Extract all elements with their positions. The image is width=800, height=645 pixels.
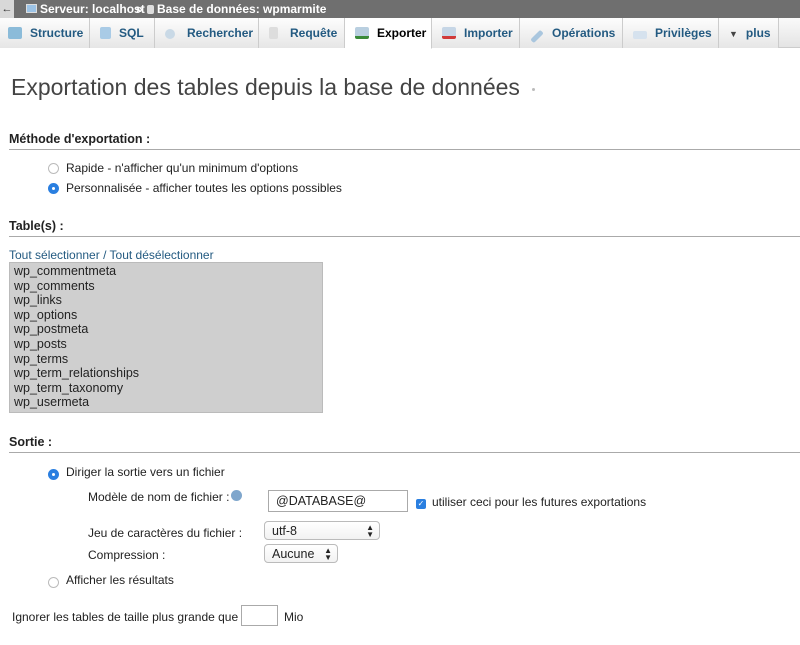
tab-label: Requête — [290, 26, 338, 40]
remember-label[interactable]: utiliser ceci pour les futures exportati… — [432, 495, 646, 509]
tables-heading: Table(s) : — [9, 219, 800, 237]
table-option[interactable]: wp_options — [14, 308, 318, 323]
tab-export[interactable]: Exporter — [345, 18, 432, 49]
help-dot-icon — [532, 88, 535, 91]
compression-label: Compression : — [88, 548, 166, 562]
table-option[interactable]: wp_term_relationships — [14, 366, 318, 381]
custom-label[interactable]: Personnalisée - afficher toutes les opti… — [66, 181, 342, 195]
search-icon — [165, 29, 175, 39]
output-file-label[interactable]: Diriger la sortie vers un fichier — [66, 465, 225, 479]
table-option[interactable]: wp_comments — [14, 279, 318, 294]
page-title: Exportation des tables depuis la base de… — [11, 74, 520, 100]
table-option[interactable]: wp_usermeta — [14, 395, 318, 410]
skip-tables-label: Ignorer les tables de taille plus grande… — [12, 610, 239, 624]
tab-structure[interactable]: Structure — [0, 18, 90, 48]
breadcrumb-server[interactable]: Serveur: localhost — [40, 0, 145, 18]
charset-select[interactable]: utf-8 ▲ ▼ — [264, 521, 380, 540]
privileges-icon — [633, 31, 647, 39]
updown-arrows-icon: ▲ ▼ — [324, 546, 332, 562]
skip-unit-label: Mio — [284, 610, 304, 624]
remember-checkbox[interactable]: ✓ — [416, 499, 426, 509]
compression-value: Aucune — [272, 547, 315, 561]
tab-privileges[interactable]: Privilèges — [623, 18, 719, 48]
table-option[interactable]: wp_links — [14, 293, 318, 308]
charset-label: Jeu de caractères du fichier : — [88, 526, 243, 540]
charset-value: utf-8 — [272, 524, 298, 538]
radio-show-results[interactable] — [48, 577, 59, 588]
select-all-links: Tout sélectionner / Tout désélectionner — [9, 248, 214, 262]
tab-search[interactable]: Rechercher — [155, 18, 259, 48]
tab-operations[interactable]: Opérations — [520, 18, 623, 48]
breadcrumb-separator: » — [136, 2, 143, 16]
table-option[interactable]: wp_commentmeta — [14, 264, 318, 279]
tab-label: Opérations — [552, 26, 616, 40]
sql-icon — [100, 27, 111, 39]
skip-size-input[interactable] — [241, 605, 278, 626]
output-heading: Sortie : — [9, 435, 800, 453]
database-icon — [147, 5, 154, 14]
import-icon — [442, 27, 456, 39]
select-all-link[interactable]: Tout sélectionner — [9, 248, 100, 262]
link-separator: / — [99, 248, 110, 262]
table-option[interactable]: wp_terms — [14, 352, 318, 367]
compression-select[interactable]: Aucune ▲ ▼ — [264, 544, 338, 563]
tab-more[interactable]: ▼ plus — [719, 18, 779, 48]
tab-sql[interactable]: SQL — [90, 18, 155, 48]
server-icon — [26, 4, 37, 13]
tab-bar: Structure SQL Rechercher Requête Exporte… — [0, 18, 800, 49]
radio-output-file[interactable] — [48, 469, 59, 480]
tab-label: Exporter — [377, 26, 427, 40]
table-option[interactable]: wp_posts — [14, 337, 318, 352]
tab-label: Structure — [30, 26, 84, 40]
wrench-icon — [530, 29, 544, 44]
caret-down-icon: ▼ — [729, 29, 738, 39]
tab-label: plus — [745, 26, 771, 40]
tab-import[interactable]: Importer — [432, 18, 520, 48]
structure-icon — [8, 27, 22, 39]
show-results-label[interactable]: Afficher les résultats — [66, 573, 174, 587]
help-icon[interactable] — [231, 490, 242, 501]
tables-multiselect[interactable]: wp_commentmeta wp_comments wp_links wp_o… — [9, 262, 323, 413]
table-option[interactable]: wp_postmeta — [14, 322, 318, 337]
radio-quick[interactable] — [48, 163, 59, 174]
query-icon — [269, 27, 278, 39]
export-method-heading: Méthode d'exportation : — [9, 132, 800, 150]
filename-input[interactable]: @DATABASE@ — [268, 490, 408, 512]
tab-label: Importer — [464, 26, 513, 40]
deselect-all-link[interactable]: Tout désélectionner — [110, 248, 214, 262]
updown-arrows-icon: ▲ ▼ — [366, 523, 374, 539]
tab-label: Privilèges — [655, 26, 712, 40]
tab-query[interactable]: Requête — [259, 18, 345, 48]
tab-label: Rechercher — [187, 26, 254, 40]
quick-label[interactable]: Rapide - n'afficher qu'un minimum d'opti… — [66, 161, 298, 175]
filename-label: Modèle de nom de fichier : — [88, 490, 230, 504]
breadcrumb-bar: ← Serveur: localhost » Base de données: … — [0, 0, 800, 18]
tab-label: SQL — [119, 26, 144, 40]
radio-custom[interactable] — [48, 183, 59, 194]
back-arrow-icon[interactable]: ← — [0, 0, 14, 18]
export-icon — [355, 27, 369, 39]
table-option[interactable]: wp_term_taxonomy — [14, 381, 318, 396]
breadcrumb-database[interactable]: Base de données: wpmarmite — [157, 0, 326, 18]
